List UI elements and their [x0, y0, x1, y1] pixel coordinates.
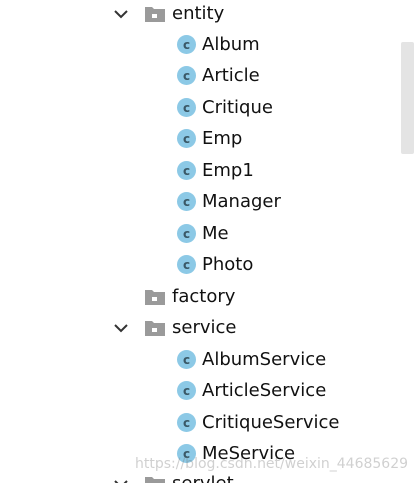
class-icon: c — [177, 192, 196, 211]
tree-node-class[interactable]: c Manager — [0, 186, 399, 217]
vertical-scrollbar[interactable] — [399, 0, 417, 483]
package-folder-icon — [145, 6, 165, 22]
tree-node-class[interactable]: c Article — [0, 60, 399, 91]
watermark: https://blog.csdn.net/weixin_44685629 — [135, 456, 409, 472]
tree-node-class[interactable]: c Photo — [0, 249, 399, 280]
tree-node-class[interactable]: c Me — [0, 218, 399, 249]
class-icon: c — [177, 224, 196, 243]
tree-node-label: Critique — [202, 96, 273, 118]
tree-node-label: ArticleService — [202, 379, 327, 401]
tree-node-label: Album — [202, 33, 260, 55]
tree-node-label: factory — [172, 285, 236, 307]
class-icon: c — [177, 350, 196, 369]
tree-node-class[interactable]: c ArticleService — [0, 375, 399, 406]
tree-node-label: service — [172, 316, 237, 338]
chevron-down-icon[interactable] — [112, 5, 130, 23]
tree-node-label: servlet — [172, 472, 234, 483]
project-tree: entity c Album c Article c Critique c Em… — [0, 0, 417, 483]
class-icon: c — [177, 413, 196, 432]
class-icon: c — [177, 381, 196, 400]
package-folder-icon — [145, 289, 165, 305]
class-icon: c — [177, 66, 196, 85]
tree-node-label: Me — [202, 222, 229, 244]
tree-node-class[interactable]: c Emp — [0, 123, 399, 154]
chevron-down-icon[interactable] — [112, 475, 130, 483]
tree-node-class[interactable]: c CritiqueService — [0, 407, 399, 438]
tree-node-label: Manager — [202, 190, 281, 212]
tree-node-class[interactable]: c Emp1 — [0, 155, 399, 186]
class-icon: c — [177, 255, 196, 274]
class-icon: c — [177, 98, 196, 117]
class-icon: c — [177, 161, 196, 180]
package-folder-icon — [145, 320, 165, 336]
tree-node-label: Article — [202, 64, 260, 86]
tree-node-factory[interactable]: factory — [0, 281, 399, 312]
tree-node-service[interactable]: service — [0, 312, 399, 343]
tree-node-label: Emp — [202, 127, 243, 149]
tree-node-class[interactable]: c Critique — [0, 92, 399, 123]
class-icon: c — [177, 35, 196, 54]
tree-node-class[interactable]: c Album — [0, 29, 399, 60]
chevron-down-icon[interactable] — [112, 319, 130, 337]
scrollbar-thumb[interactable] — [401, 42, 414, 154]
tree-node-label: entity — [172, 2, 225, 24]
tree-node-label: CritiqueService — [202, 411, 340, 433]
class-icon: c — [177, 129, 196, 148]
tree-node-entity[interactable]: entity — [0, 0, 399, 29]
tree-node-class[interactable]: c AlbumService — [0, 344, 399, 375]
tree-node-label: Photo — [202, 253, 254, 275]
package-folder-icon — [145, 476, 165, 483]
tree-node-label: Emp1 — [202, 159, 254, 181]
tree-node-label: AlbumService — [202, 348, 327, 370]
